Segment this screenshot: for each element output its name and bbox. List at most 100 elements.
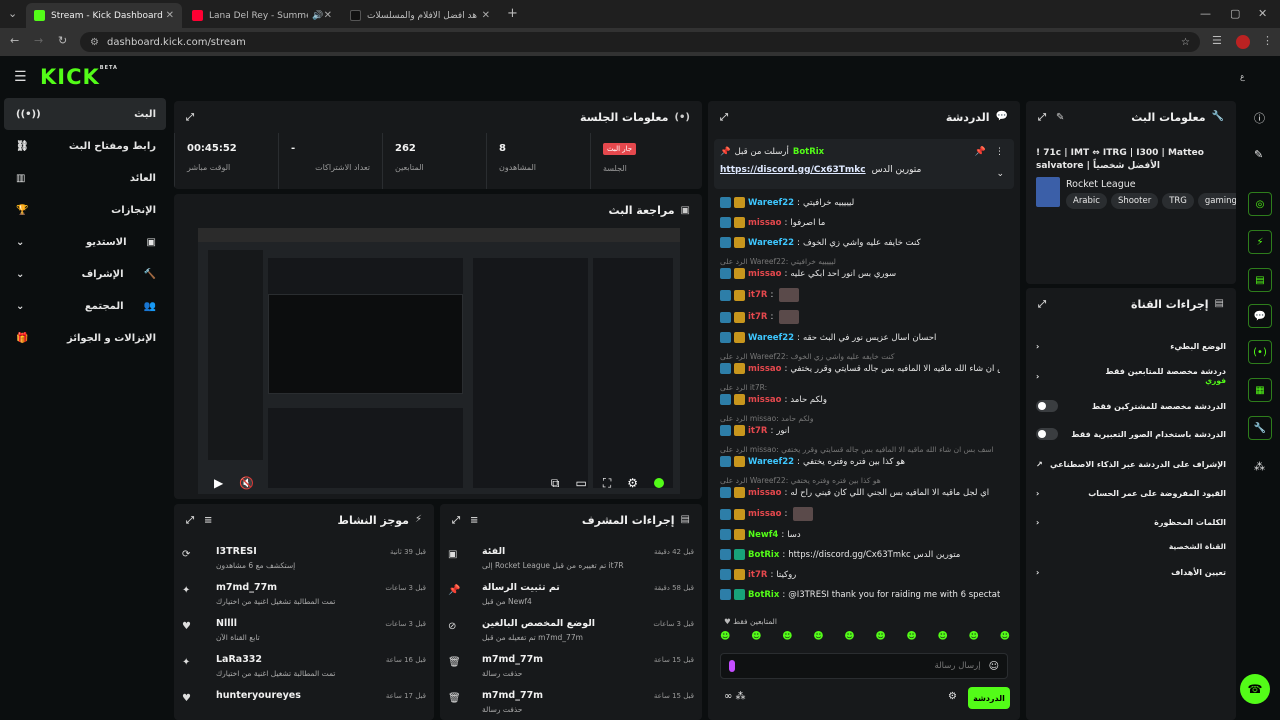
- new-tab-icon[interactable]: +: [507, 6, 518, 21]
- chat-username[interactable]: it7R: [748, 290, 767, 300]
- sidebar-item-moderation[interactable]: ⌄ الإشراف 🔨: [4, 258, 166, 290]
- sidebar-item-drops[interactable]: 🎁 الإنزالات و الجوائز: [4, 322, 166, 354]
- close-window-icon[interactable]: ✕: [1258, 7, 1267, 20]
- chat-username[interactable]: it7R: [748, 570, 767, 580]
- chat-username[interactable]: it7R: [748, 426, 767, 436]
- reload-icon[interactable]: ↻: [58, 34, 67, 47]
- chat-settings-icon[interactable]: ⚙: [948, 691, 957, 702]
- language-icon[interactable]: ع: [1240, 72, 1245, 81]
- tag[interactable]: Shooter: [1110, 193, 1159, 209]
- chat-message[interactable]: Newf4: دسا: [720, 529, 1000, 540]
- mic-icon[interactable]: [729, 660, 735, 672]
- chat-message[interactable]: missao: ولكم حامد: [720, 394, 1000, 405]
- emoji-picker-icon[interactable]: ☺: [989, 661, 999, 672]
- chat-username[interactable]: BotRix: [748, 550, 779, 560]
- browser-tab-youtube[interactable]: Lana Del Rey - Summertime 🔊 ✕: [184, 3, 340, 28]
- emote-icon[interactable]: ☻: [969, 631, 979, 647]
- site-info-icon[interactable]: ⚙: [90, 37, 99, 48]
- chat-username[interactable]: missao: [748, 269, 781, 279]
- minimize-icon[interactable]: —: [1200, 7, 1211, 20]
- chat-username[interactable]: Wareef22: [748, 333, 794, 343]
- widget-chat-button[interactable]: 💬: [1248, 304, 1272, 328]
- kick-logo[interactable]: KICKBETA: [40, 65, 118, 89]
- hamburger-menu-icon[interactable]: ☰: [14, 69, 27, 85]
- chat-username[interactable]: Newf4: [748, 530, 778, 540]
- profile-avatar[interactable]: [1236, 35, 1250, 49]
- emote-icon[interactable]: ☻: [875, 631, 885, 647]
- chat-message[interactable]: missao:: [720, 507, 1000, 521]
- close-tab-icon[interactable]: ✕: [324, 10, 332, 21]
- close-tab-icon[interactable]: ✕: [482, 10, 490, 21]
- expand-icon[interactable]: ⤢: [452, 515, 460, 526]
- chat-message[interactable]: missao: سوري بس انور احد ابكي عليه: [720, 268, 1000, 279]
- widget-bolt-button[interactable]: ⚡: [1248, 230, 1272, 254]
- chat-message[interactable]: it7R:: [720, 310, 1000, 324]
- chat-message[interactable]: it7R: انور: [720, 425, 1000, 436]
- more-options-icon[interactable]: ⋮: [995, 147, 1004, 157]
- expand-icon[interactable]: ⤢: [1038, 299, 1046, 310]
- ai-moderation-row[interactable]: ↗ الإشراف على الدردشة عبر الذكاء الاصطناع…: [1036, 450, 1226, 478]
- expand-icon[interactable]: ⤢: [186, 515, 194, 526]
- chat-username[interactable]: missao: [748, 218, 781, 228]
- chat-input[interactable]: إرسال رسالة ☺: [720, 653, 1008, 679]
- filter-icon[interactable]: ≡: [470, 515, 478, 526]
- browser-tab-kick[interactable]: Stream - Kick Dashboard ✕: [26, 3, 182, 28]
- info-icon[interactable]: ⓘ: [1254, 110, 1265, 126]
- edit-pencil-icon[interactable]: ✎: [1056, 112, 1064, 123]
- sidebar-item-studio[interactable]: ⌄ الاستديو ▣: [4, 226, 166, 258]
- chat-message[interactable]: Wareef22: ليييييه خرافيتي: [720, 197, 1000, 208]
- sidebar-item-community[interactable]: ⌄ المجتمع 👥: [4, 290, 166, 322]
- chat-message[interactable]: BotRix: @I3TRESI thank you for raiding me…: [720, 589, 1000, 600]
- chat-message[interactable]: Wareef22: احسان اسال عزيس نور في البث حقه: [720, 332, 1000, 343]
- category-name[interactable]: Rocket League: [1066, 179, 1136, 190]
- chat-message[interactable]: it7R: روكيتا: [720, 569, 1000, 580]
- unpin-icon[interactable]: 📌: [975, 147, 986, 157]
- emote-icon[interactable]: ☻: [906, 631, 916, 647]
- chat-username[interactable]: Wareef22: [748, 457, 794, 467]
- chat-username[interactable]: missao: [748, 509, 781, 519]
- widget-focus-button[interactable]: ◎: [1248, 192, 1272, 216]
- stream-video-player[interactable]: ▶ 🔇 ⧉ ▭ ⛶ ⚙: [198, 228, 680, 494]
- play-icon[interactable]: ▶: [214, 476, 223, 490]
- emote-icon[interactable]: ☻: [782, 631, 792, 647]
- maximize-icon[interactable]: ▢: [1230, 7, 1240, 20]
- bookmark-star-icon[interactable]: ☆: [1181, 37, 1190, 48]
- chat-username[interactable]: missao: [748, 488, 781, 498]
- add-widget-icon[interactable]: ⁂: [1254, 460, 1265, 473]
- theater-icon[interactable]: ▭: [575, 476, 586, 490]
- set-goals-row[interactable]: › تعيين الأهداف: [1036, 558, 1226, 586]
- tab-search-icon[interactable]: ⌄: [8, 7, 17, 20]
- chat-message[interactable]: it7R:: [720, 288, 1000, 302]
- close-tab-icon[interactable]: ✕: [166, 10, 174, 21]
- chat-username[interactable]: missao: [748, 395, 781, 405]
- expand-icon[interactable]: ⤢: [186, 112, 194, 123]
- extensions-icon[interactable]: ☰: [1212, 34, 1222, 47]
- emote-icon[interactable]: ☻: [720, 631, 730, 647]
- emote-icon[interactable]: ☻: [1000, 631, 1010, 647]
- subscribers-only-toggle[interactable]: [1036, 400, 1058, 412]
- chat-username[interactable]: Wareef22: [748, 238, 794, 248]
- popout-icon[interactable]: ⤢: [720, 112, 728, 123]
- pinned-message[interactable]: 📌 أرسلت من قبل BotRix 📌 ⋮ https://discor…: [714, 139, 1014, 189]
- chat-message[interactable]: missao:اسف بس ان شاء الله ماقيه الا الما…: [720, 363, 1000, 374]
- mute-icon[interactable]: 🔇: [239, 476, 254, 490]
- widget-clipboard-button[interactable]: ▤: [1248, 268, 1272, 292]
- fullscreen-icon[interactable]: ⛶: [603, 476, 611, 491]
- widget-wrench-button[interactable]: 🔧: [1248, 416, 1272, 440]
- sidebar-item-stream[interactable]: ((•)) البث: [4, 98, 166, 130]
- chat-extras-icon[interactable]: ∞ ⁂: [724, 691, 746, 702]
- edit-pencil-icon[interactable]: ✎: [1254, 148, 1263, 161]
- chat-message[interactable]: Wareef22: كنت خايفه عليه واشي زي الخوف: [720, 237, 1000, 248]
- chat-username[interactable]: Wareef22: [748, 198, 794, 208]
- followers-only-row[interactable]: › دردشة مخصصة للمتابعين فقط فوري: [1036, 362, 1226, 390]
- chat-username[interactable]: missao: [748, 364, 781, 374]
- expand-icon[interactable]: ⤢: [1038, 112, 1046, 123]
- tag[interactable]: TRG: [1162, 193, 1194, 209]
- chat-message[interactable]: missao: اي لجل ماقيه الا المافيه بس الجني…: [720, 487, 1000, 498]
- chat-username[interactable]: BotRix: [748, 590, 779, 600]
- emotes-only-toggle[interactable]: [1036, 428, 1058, 440]
- filter-icon[interactable]: ≡: [204, 515, 212, 526]
- chevron-down-icon[interactable]: ⌄: [996, 169, 1004, 179]
- widget-broadcast-button[interactable]: (•): [1248, 340, 1272, 364]
- sidebar-item-achievements[interactable]: 🏆 الإنجازات: [4, 194, 166, 226]
